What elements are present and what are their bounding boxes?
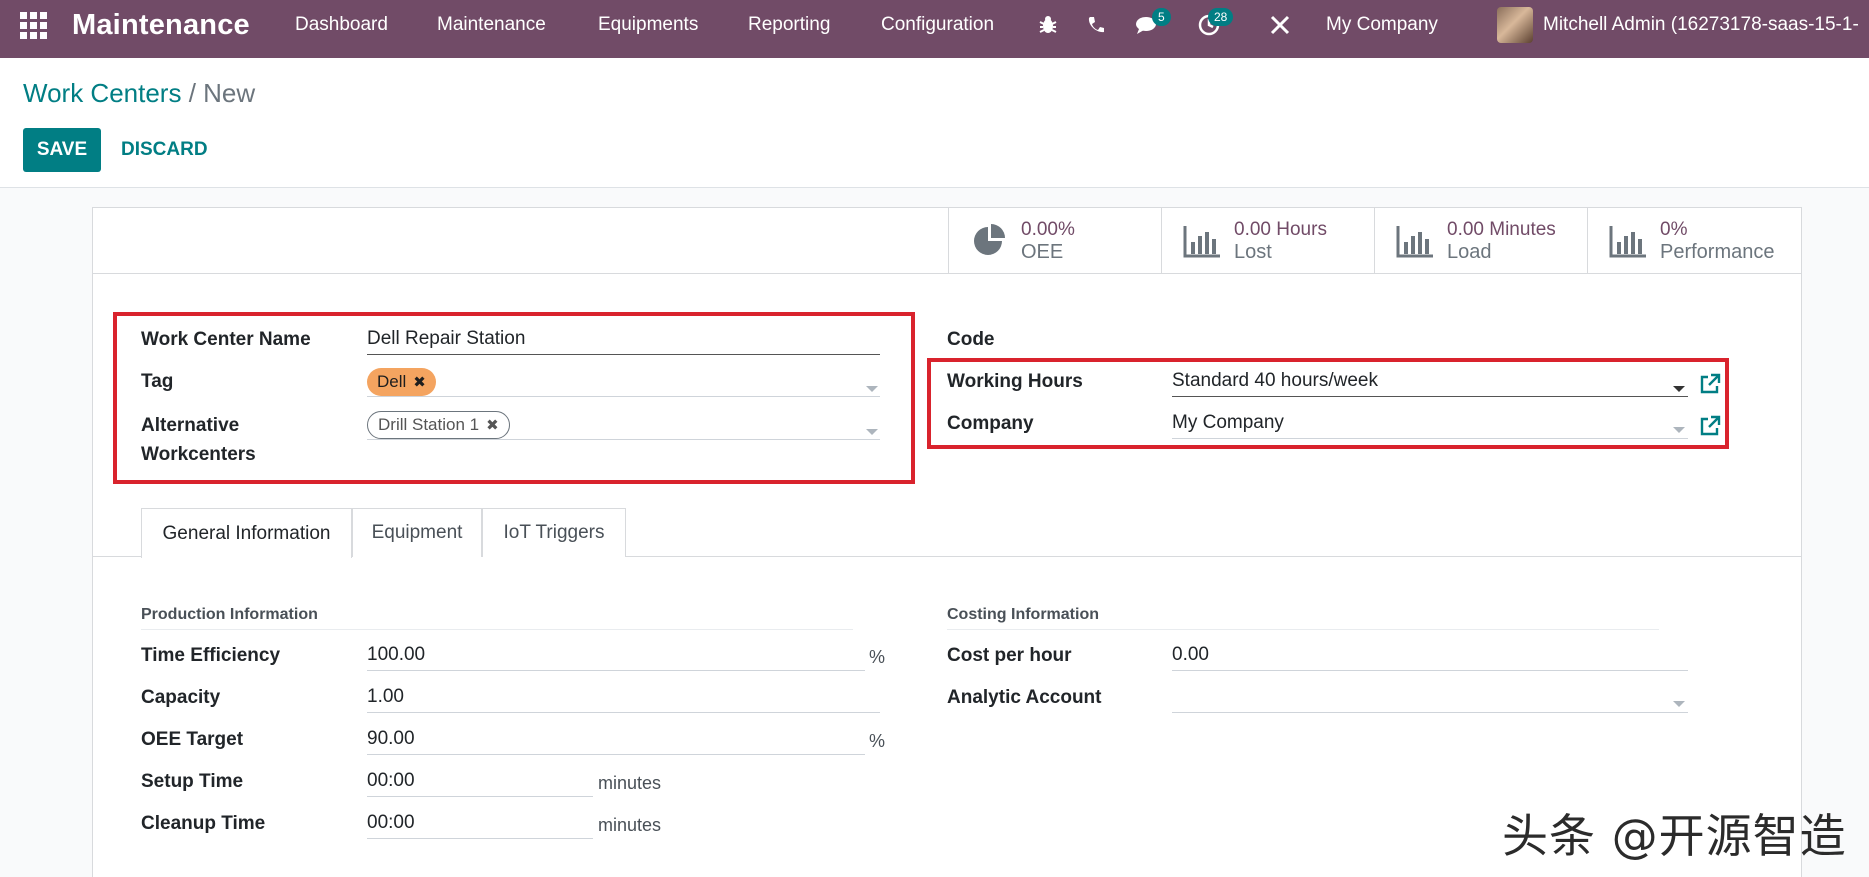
oee-target-unit: % [869,731,886,751]
stat-oee-label: OEE [1021,240,1064,263]
messages-badge: 5 [1152,8,1171,26]
cleanup-time-unit: minutes [598,815,662,835]
tools-icon[interactable] [1269,0,1291,50]
cost-per-hour-input[interactable]: 0.00 [1172,641,1688,671]
phone-icon[interactable] [1086,0,1106,50]
stat-lost-value: 0.00 Hours [1234,218,1327,240]
apps-menu-icon[interactable] [20,0,50,50]
setup-time-unit: minutes [598,773,662,793]
setup-time-input[interactable]: 00:00 [367,767,593,797]
tab-equipment[interactable]: Equipment [352,508,482,557]
costing-information-title: Costing Information [947,606,1099,623]
bar-chart-icon [1183,225,1220,257]
time-efficiency-input[interactable]: 100.00 [367,641,865,671]
production-section-divider [141,629,853,630]
costing-section-divider [947,629,1659,630]
stat-lost-label: Lost [1234,240,1272,263]
cleanup-time-input[interactable]: 00:00 [367,809,593,839]
menu-equipments[interactable]: Equipments [598,0,698,50]
stat-performance-label: Performance [1660,240,1775,263]
bug-icon[interactable] [1037,0,1059,50]
bar-chart-icon [1609,225,1646,257]
tab-iot-triggers[interactable]: IoT Triggers [482,508,626,557]
analytic-account-label: Analytic Account [947,687,1102,708]
capacity-label: Capacity [141,687,221,708]
menu-maintenance[interactable]: Maintenance [437,0,546,50]
production-information-title: Production Information [141,606,318,623]
save-button[interactable]: SAVE [23,128,101,172]
oee-target-label: OEE Target [141,729,244,750]
highlight-box-right [927,358,1729,449]
menu-dashboard[interactable]: Dashboard [295,0,388,50]
stat-load-button[interactable]: 0.00 Minutes Load [1374,208,1588,273]
time-efficiency-unit: % [869,647,886,667]
pie-chart-icon [974,223,1005,255]
app-name[interactable]: Maintenance [72,0,250,50]
stat-oee-value: 0.00% [1021,218,1075,240]
company-switcher[interactable]: My Company [1326,0,1438,50]
breadcrumb-work-centers[interactable]: Work Centers [23,78,181,108]
capacity-input[interactable]: 1.00 [367,683,880,713]
watermark: 头条 @开源智造 [1502,809,1847,863]
bar-chart-icon [1396,225,1433,257]
code-label: Code [947,329,995,350]
oee-target-input[interactable]: 90.00 [367,725,865,755]
setup-time-label: Setup Time [141,771,244,792]
activities-badge: 28 [1208,8,1234,26]
user-avatar[interactable] [1497,0,1533,50]
analytic-account-select[interactable] [1172,683,1688,713]
breadcrumb: Work Centers / New [23,78,255,109]
analytic-account-dropdown-icon[interactable] [1673,701,1685,707]
stat-performance-value: 0% [1660,218,1688,240]
menu-reporting[interactable]: Reporting [748,0,830,50]
stat-load-value: 0.00 Minutes [1447,218,1556,240]
menu-configuration[interactable]: Configuration [881,0,994,50]
breadcrumb-current: New [203,78,256,108]
cleanup-time-label: Cleanup Time [141,813,266,834]
stat-button-box: 0.00% OEE 0.00 Hours Lost 0.00 Minutes Load… [93,208,1801,274]
tab-general-information[interactable]: General Information [141,508,352,558]
discard-button[interactable]: DISCARD [121,128,208,172]
cost-per-hour-label: Cost per hour [947,645,1072,666]
stat-load-label: Load [1447,240,1492,263]
user-menu[interactable]: Mitchell Admin (16273178-saas-15-1- [1543,0,1859,50]
stat-performance-button[interactable]: 0% Performance [1587,208,1801,273]
control-panel: Work Centers / New SAVE DISCARD [0,58,1869,188]
top-navbar: Maintenance Dashboard Maintenance Equipm… [0,0,1869,58]
time-efficiency-label: Time Efficiency [141,645,281,666]
stat-lost-button[interactable]: 0.00 Hours Lost [1161,208,1375,273]
stat-oee-button[interactable]: 0.00% OEE [948,208,1162,273]
form-sheet: 0.00% OEE 0.00 Hours Lost 0.00 Minutes Load… [92,207,1802,877]
breadcrumb-separator: / [188,78,196,108]
highlight-box-left [113,312,915,484]
